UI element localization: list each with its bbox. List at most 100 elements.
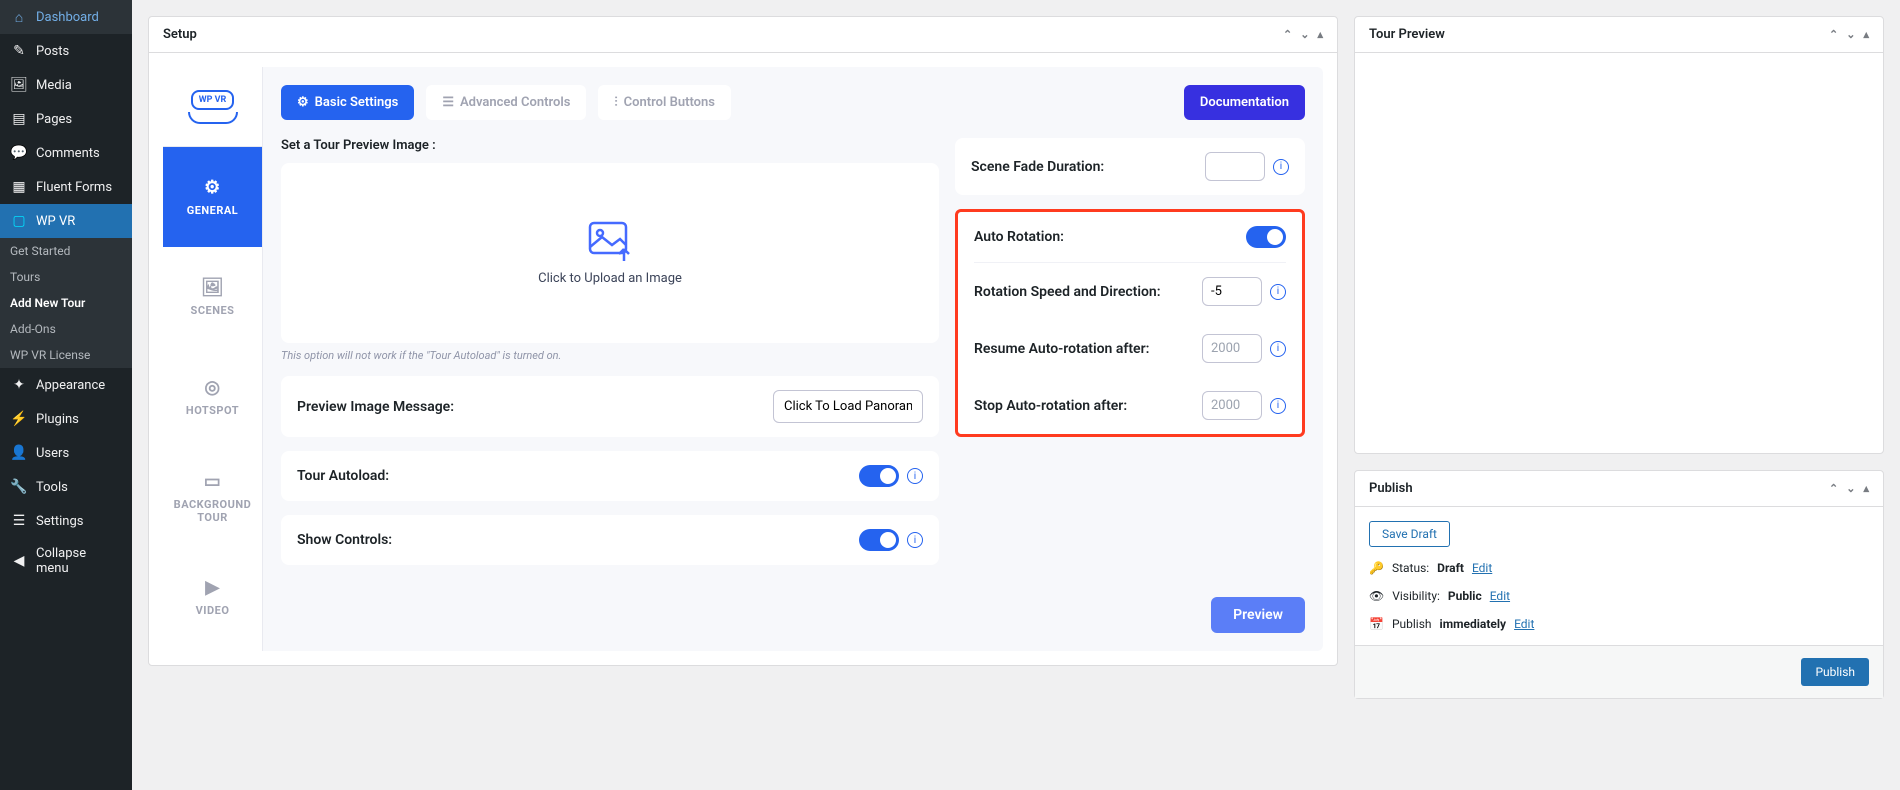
sidebar-item-wpvr[interactable]: ▢WP VR xyxy=(0,204,132,238)
save-draft-button[interactable]: Save Draft xyxy=(1369,521,1450,547)
tour-preview-panel: Tour Preview ⌃ ⌄ ▴ xyxy=(1354,16,1884,454)
button-label: Documentation xyxy=(1200,95,1289,110)
equalizer-icon: ⫶ xyxy=(614,95,617,110)
documentation-button[interactable]: Documentation xyxy=(1184,85,1305,120)
basic-settings-button[interactable]: ⚙Basic Settings xyxy=(281,85,414,120)
edit-status-link[interactable]: Edit xyxy=(1472,561,1492,575)
publish-time-label: Publish xyxy=(1392,617,1432,631)
visibility-row: 👁 Visibility: Public Edit xyxy=(1369,589,1869,603)
tab-scenes[interactable]: 🖼SCENES xyxy=(163,247,262,347)
caret-down-icon[interactable]: ⌄ xyxy=(1846,28,1855,41)
auto-rotation-highlight: Auto Rotation: Rotation Speed and Direct… xyxy=(955,209,1305,437)
rotation-speed-input[interactable] xyxy=(1202,277,1262,306)
admin-sidebar: ⌂Dashboard ✎Posts 🖼Media ▤Pages 💬Comment… xyxy=(0,0,132,790)
sidebar-item-media[interactable]: 🖼Media xyxy=(0,68,132,102)
button-label: Advanced Controls xyxy=(460,95,570,110)
sidebar-item-fluentforms[interactable]: ▦ Fluent Forms xyxy=(0,170,132,204)
control-buttons-button[interactable]: ⫶Control Buttons xyxy=(598,85,731,120)
tab-video[interactable]: ▶ VIDEO xyxy=(163,547,262,647)
settings-topbar: ⚙Basic Settings ☰ Advanced Controls ⫶Cont… xyxy=(281,85,1305,120)
triangle-up-icon[interactable]: ▴ xyxy=(1863,482,1869,495)
button-label: Publish xyxy=(1815,665,1855,679)
show-controls-card: Show Controls: i xyxy=(281,515,939,565)
tab-label: VIDEO xyxy=(196,604,230,617)
info-icon[interactable]: i xyxy=(907,468,923,484)
forms-icon: ▦ xyxy=(10,178,28,196)
sidebar-item-plugins[interactable]: ⚡ Plugins xyxy=(0,402,132,436)
edit-visibility-link[interactable]: Edit xyxy=(1490,589,1510,603)
sidebar-sub-license[interactable]: WP VR License xyxy=(0,342,132,368)
sliders-icon: ☰ xyxy=(442,95,454,110)
edit-publish-link[interactable]: Edit xyxy=(1514,617,1534,631)
info-icon[interactable]: i xyxy=(1273,159,1289,175)
sidebar-item-collapse[interactable]: ◀Collapse menu xyxy=(0,538,132,584)
vr-icon: ▢ xyxy=(10,212,28,230)
caret-down-icon[interactable]: ⌄ xyxy=(1846,482,1855,495)
field-label: Scene Fade Duration: xyxy=(971,159,1104,175)
info-icon[interactable]: i xyxy=(907,532,923,548)
info-icon[interactable]: i xyxy=(1270,398,1286,414)
tab-general[interactable]: ⚙GENERAL xyxy=(163,147,262,247)
video-icon: ▶ xyxy=(205,577,219,598)
field-label: Auto Rotation: xyxy=(974,229,1064,245)
caret-up-icon[interactable]: ⌃ xyxy=(1829,28,1838,41)
stop-rotation-input[interactable] xyxy=(1202,391,1262,420)
sidebar-item-users[interactable]: 👤Users xyxy=(0,436,132,470)
tab-background-tour[interactable]: ▭BACKGROUND TOUR xyxy=(163,447,262,547)
main-content: Setup ⌃ ⌄ ▴ WP VR xyxy=(132,0,1900,790)
field-label: Resume Auto-rotation after: xyxy=(974,341,1149,357)
plug-icon: ⚡ xyxy=(10,410,28,428)
scene-fade-input[interactable] xyxy=(1205,152,1265,181)
user-icon: 👤 xyxy=(10,444,28,462)
logo-badge: WP VR xyxy=(191,90,235,110)
scene-fade-card: Scene Fade Duration: i xyxy=(955,138,1305,195)
info-icon[interactable]: i xyxy=(1270,284,1286,300)
triangle-up-icon[interactable]: ▴ xyxy=(1863,28,1869,41)
info-icon[interactable]: i xyxy=(1270,341,1286,357)
button-label: Preview xyxy=(1233,607,1283,623)
setup-panel: Setup ⌃ ⌄ ▴ WP VR xyxy=(148,16,1338,666)
publish-button[interactable]: Publish xyxy=(1801,658,1869,686)
publish-panel: Publish ⌃ ⌄ ▴ Save Draft 🔑 Status: Draft… xyxy=(1354,470,1884,699)
sidebar-item-posts[interactable]: ✎Posts xyxy=(0,34,132,68)
preview-message-input[interactable] xyxy=(773,390,923,423)
sidebar-label: Plugins xyxy=(36,412,79,427)
tour-autoload-toggle[interactable] xyxy=(859,465,899,487)
panel-title: Publish xyxy=(1369,481,1413,496)
sidebar-sub-addnew[interactable]: Add New Tour xyxy=(0,290,132,316)
sidebar-submenu-wpvr: Get Started Tours Add New Tour Add-Ons W… xyxy=(0,238,132,368)
sidebar-item-tools[interactable]: 🔧Tools xyxy=(0,470,132,504)
resume-rotation-input[interactable] xyxy=(1202,334,1262,363)
panel-controls: ⌃ ⌄ ▴ xyxy=(1283,28,1323,41)
sidebar-sub-addons[interactable]: Add-Ons xyxy=(0,316,132,342)
upload-image-box[interactable]: Click to Upload an Image xyxy=(281,163,939,343)
sidebar-item-dashboard[interactable]: ⌂Dashboard xyxy=(0,0,132,34)
sidebar-sub-tours[interactable]: Tours xyxy=(0,264,132,290)
auto-rotation-toggle[interactable] xyxy=(1246,226,1286,248)
sidebar-item-appearance[interactable]: ✦Appearance xyxy=(0,368,132,402)
upload-text: Click to Upload an Image xyxy=(538,271,682,286)
card-label: Preview Image Message: xyxy=(297,399,454,415)
preview-message-card: Preview Image Message: xyxy=(281,376,939,437)
caret-up-icon[interactable]: ⌃ xyxy=(1283,28,1292,41)
sidebar-item-pages[interactable]: ▤Pages xyxy=(0,102,132,136)
sidebar-label: Fluent Forms xyxy=(36,180,112,195)
sidebar-sub-getstarted[interactable]: Get Started xyxy=(0,238,132,264)
sidebar-item-settings[interactable]: ☰Settings xyxy=(0,504,132,538)
sidebar-label: Pages xyxy=(36,112,72,127)
preview-button[interactable]: Preview xyxy=(1211,597,1305,633)
caret-up-icon[interactable]: ⌃ xyxy=(1829,482,1838,495)
sidebar-item-comments[interactable]: 💬Comments xyxy=(0,136,132,170)
show-controls-toggle[interactable] xyxy=(859,529,899,551)
caret-down-icon[interactable]: ⌄ xyxy=(1300,28,1309,41)
eye-icon: 👁 xyxy=(1369,589,1384,603)
tab-hotspot[interactable]: ◎HOTSPOT xyxy=(163,347,262,447)
tab-label: SCENES xyxy=(191,304,235,317)
pin-icon: ✎ xyxy=(10,42,28,60)
card-label: Tour Autoload: xyxy=(297,468,389,484)
field-label: Rotation Speed and Direction: xyxy=(974,284,1161,300)
dashboard-icon: ⌂ xyxy=(10,8,28,26)
advanced-controls-button[interactable]: ☰ Advanced Controls xyxy=(426,85,586,120)
triangle-up-icon[interactable]: ▴ xyxy=(1317,28,1323,41)
tour-preview-body xyxy=(1355,53,1883,453)
